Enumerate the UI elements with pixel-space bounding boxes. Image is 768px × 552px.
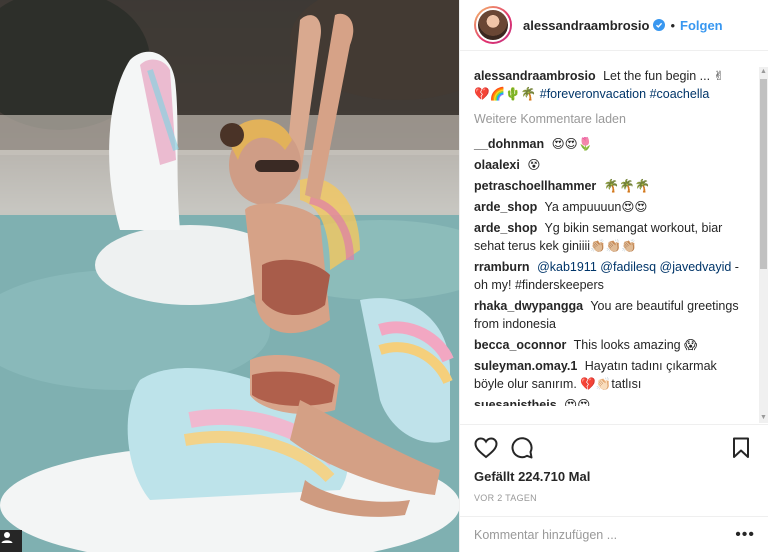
mention-link[interactable]: @fadilesq [600,260,656,274]
comment-username[interactable]: suesanistheis [474,398,557,406]
comment-item: rhaka_dwypangga You are beautiful greeti… [474,297,750,333]
comment-item: suleyman.omay.1 Hayatın tadını çıkarmak … [474,357,750,393]
comment-username[interactable]: __dohnman [474,137,544,151]
comment-item: __dohnman 😍😍🌷 [474,135,750,153]
bookmark-outline-icon[interactable] [732,437,750,462]
post-side-panel: alessandraambrosio • Folgen alessandraam… [459,0,768,552]
caption-emoji: 💔🌈🌵🌴 [474,87,537,101]
bubble-shape [511,437,533,459]
more-options-icon[interactable]: ••• [735,526,755,544]
add-comment-input[interactable] [474,527,736,542]
load-more-comments-button[interactable]: Weitere Kommentare laden [474,112,750,126]
user-silhouette [1,532,13,543]
mention-link[interactable]: @kab1911 [537,260,597,274]
comment-item: suesanistheis 😍😍 [474,396,750,406]
comment-text: 😍😍 [564,398,591,406]
checkmark [656,22,663,28]
hashtag-link[interactable]: #foreveronvacation [540,87,646,101]
post-caption: alessandraambrosio Let the fun begin ...… [474,67,750,103]
comment-username[interactable]: becca_oconnor [474,338,566,352]
comment-text: This looks amazing 😱 [573,338,698,352]
scroll-up-arrow-icon[interactable]: ▲ [759,67,768,77]
likes-count[interactable]: Gefällt 224.710 Mal [474,469,590,484]
comment-item: rramburn @kab1911 @fadilesq @javedvayid … [474,258,750,294]
caption-text: Let the fun begin ... ✌ [603,69,725,83]
comment-text: 😵 [527,158,541,172]
comment-bubble-icon[interactable] [511,437,533,462]
comment-text: 😍😍🌷 [551,137,594,151]
comment-item: petraschoellhammer 🌴🌴🌴 [474,177,750,195]
heart-outline-icon[interactable] [474,437,498,462]
comment-username[interactable]: olaalexi [474,158,520,172]
comment-username[interactable]: rhaka_dwypangga [474,299,583,313]
add-comment-bar: ••• [460,516,768,552]
post-timestamp[interactable]: VOR 2 TAGEN [474,493,537,503]
comment-username[interactable]: arde_shop [474,200,537,214]
comment-text: Ya ampuuuun😍😍 [544,200,648,214]
comment-item: arde_shop Ya ampuuuun😍😍 [474,198,750,216]
header-separator: • [670,17,676,33]
comment-item: arde_shop Yg bikin semangat workout, bia… [474,219,750,255]
comment-text: 🌴🌴🌴 [603,179,651,193]
scroll-down-arrow-icon[interactable]: ▼ [759,413,768,423]
hashtag-link[interactable]: #coachella [650,87,710,101]
mention-link[interactable]: @javedvayid [660,260,732,274]
instagram-post: alessandraambrosio • Folgen alessandraam… [0,0,768,552]
comment-username[interactable]: arde_shop [474,221,537,235]
comment-username[interactable]: rramburn [474,260,530,274]
avatar[interactable] [474,6,512,44]
author-username[interactable]: alessandraambrosio [523,18,649,33]
comment-username[interactable]: petraschoellhammer [474,179,596,193]
follow-button[interactable]: Folgen [680,18,723,33]
comments-scrollbar[interactable]: ▲ ▼ [759,67,768,423]
post-actions [460,424,768,468]
user-tag-icon[interactable] [0,530,22,552]
photo-illustration [0,0,459,552]
comment-item: olaalexi 😵 [474,156,750,174]
post-photo[interactable] [0,0,459,552]
scroll-thumb[interactable] [760,79,767,269]
caption-username[interactable]: alessandraambrosio [474,69,596,83]
comment-username[interactable]: suleyman.omay.1 [474,359,577,373]
verified-badge-icon [653,19,666,31]
heart-shape [474,437,498,459]
comment-item: becca_oconnor This looks amazing 😱 [474,336,750,354]
post-header: alessandraambrosio • Folgen [460,0,768,51]
avatar-image [476,8,510,42]
comments-list: alessandraambrosio Let the fun begin ...… [460,67,760,423]
bookmark-shape [733,437,749,458]
